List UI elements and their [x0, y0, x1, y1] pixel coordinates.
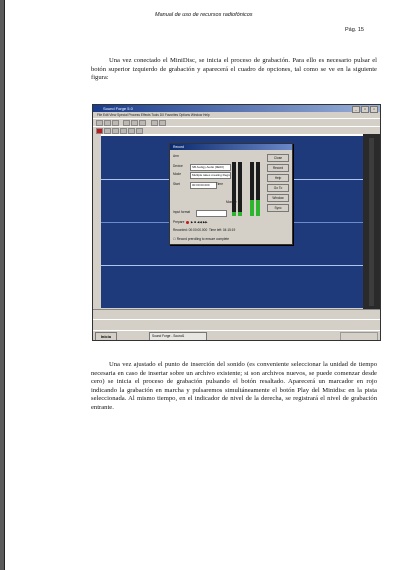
level-meter	[363, 134, 380, 310]
mode-label: Mode	[173, 172, 181, 176]
remaining-label: Time left	[209, 228, 222, 232]
paragraph-recording: Una vez ajustado el punto de inserción d…	[91, 361, 377, 411]
paragraph-intro: Una vez conectado el MiniDisc, se inicia…	[91, 57, 377, 82]
dialog-meter-aux-left	[250, 162, 254, 216]
windows-taskbar: Inicio Sound Forge - Sound1	[93, 330, 380, 340]
screenshot-figure: Sound Forge 5.0 _ □ × File Edit View Spe…	[92, 104, 381, 341]
meter-track	[369, 138, 374, 306]
arm-label: Arm	[173, 154, 179, 158]
help-button[interactable]: Help	[267, 174, 289, 182]
recorded-value: 00:00:00.000	[188, 228, 208, 232]
document-page: Manual de uso de recursos radiofónicos P…	[4, 0, 397, 570]
time-mode-label: Time	[216, 182, 223, 186]
input-format-field[interactable]	[196, 210, 227, 217]
record-dialog: Record Arm Device SB Audigy Audio [9E00]…	[169, 143, 293, 245]
start-label: Start	[173, 182, 180, 186]
device-label: Device	[173, 164, 183, 168]
recorded-row: Recorded: 00:00:00.000 Time left: 04:15:…	[173, 228, 236, 232]
taskbar-item-sound-forge[interactable]: Sound Forge - Sound1	[149, 332, 207, 340]
dialog-meter-right	[238, 162, 242, 216]
app-titlebar: Sound Forge 5.0 _ □ ×	[93, 105, 380, 113]
preroll-checkbox-label[interactable]: Record prerolling to ensure complete	[177, 237, 229, 241]
record-icon[interactable]	[186, 220, 190, 224]
dialog-meter-left	[232, 162, 236, 216]
system-tray	[340, 332, 378, 340]
channel-right-center	[101, 265, 363, 266]
transport-row: Prepare ▶ ■ ◀◀ ▶▶	[173, 220, 208, 224]
start-time-field[interactable]: 00:00:00.000	[190, 182, 217, 189]
remaining-value: 04:15:19	[222, 228, 236, 232]
sync-button[interactable]: Sync	[267, 204, 289, 212]
window-button[interactable]: Window	[267, 194, 289, 202]
mode-select[interactable]: Multiple takes creating Regions	[190, 172, 231, 179]
prepare-label[interactable]: Prepare	[173, 220, 184, 224]
input-format-label: Input format	[173, 210, 191, 214]
running-header-title: Manual de uso de recursos radiofónicos	[155, 12, 253, 18]
close-button[interactable]: Close	[267, 154, 289, 162]
record-dialog-title: Record	[170, 144, 292, 150]
status-bar	[93, 319, 380, 330]
dialog-row-top: Arm	[173, 154, 179, 158]
dialog-meter-aux-right	[256, 162, 260, 216]
goto-button[interactable]: Go To	[267, 184, 289, 192]
recorded-label: Recorded	[173, 228, 187, 232]
waveform-ruler-left	[93, 134, 101, 308]
page-number: Pág. 15	[345, 27, 364, 33]
start-button[interactable]: Inicio	[95, 332, 117, 340]
record-button[interactable]: Record	[267, 164, 289, 172]
app-title: Sound Forge 5.0	[103, 106, 133, 111]
footer-check-row: ☐ Record prerolling to ensure complete	[173, 237, 230, 241]
device-select[interactable]: SB Audigy Audio [9E00]	[190, 164, 231, 171]
